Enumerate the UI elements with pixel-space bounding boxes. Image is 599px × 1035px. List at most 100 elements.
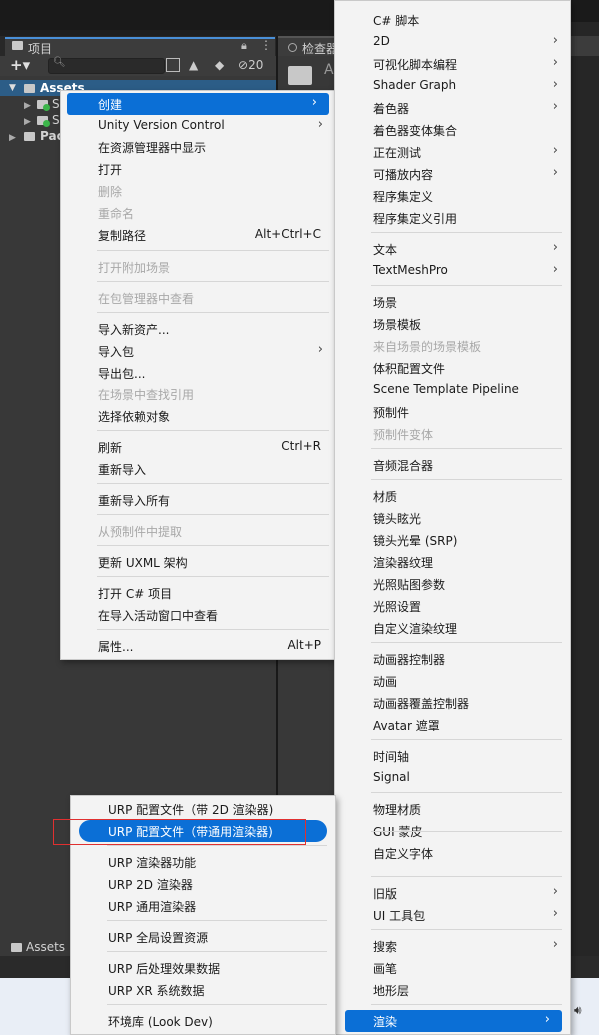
menu-item[interactable]: 场景 [335, 291, 570, 313]
menu-item[interactable]: 时间轴 [335, 745, 570, 767]
collapse-arrow-icon[interactable]: ▶ [9, 133, 16, 143]
menu-item[interactable]: 场景模板 [335, 313, 570, 335]
menu-item[interactable]: 着色器 › [335, 97, 570, 119]
menu-item[interactable]: 渲染 › [345, 1010, 562, 1032]
menu-item-label: URP 渲染器功能 [108, 856, 197, 870]
folder-icon [12, 41, 23, 50]
menu-item[interactable]: 镜头光晕 (SRP) [335, 529, 570, 551]
menu-item[interactable]: UI 工具包 › [335, 904, 570, 926]
menu-item-label: 着色器变体集合 [373, 124, 458, 138]
menu-item[interactable]: 程序集定义引用 [335, 207, 570, 229]
menu-item[interactable]: 动画器控制器 [335, 648, 570, 670]
menu-item[interactable]: 自定义渲染纹理 [335, 617, 570, 639]
menu-item[interactable]: C# 脚本 [335, 9, 570, 31]
menu-item[interactable]: URP 通用渲染器 [71, 895, 335, 917]
menu-separator [371, 876, 562, 877]
menu-item[interactable]: 旧版 › [335, 882, 570, 904]
chevron-right-icon: › [317, 342, 323, 357]
menu-item[interactable]: 可播放内容 › [335, 163, 570, 185]
menu-item-label: 预制件变体 [373, 428, 434, 442]
menu-item[interactable]: 预制件 [335, 401, 570, 423]
menu-item-label: TextMeshPro [373, 263, 448, 277]
menu-item[interactable]: 重新导入 [61, 458, 335, 480]
hidden-packages-count[interactable]: ⊘20 [238, 58, 263, 72]
chevron-right-icon: › [552, 906, 558, 921]
menu-item[interactable]: 搜索 › [335, 935, 570, 957]
menu-item[interactable]: 选择依赖对象 [61, 405, 335, 427]
menu-item-label: 预制件 [373, 406, 410, 420]
menu-separator [371, 1004, 562, 1005]
menu-item[interactable]: 音频混合器 [335, 454, 570, 476]
add-button[interactable]: +▾ [10, 56, 30, 74]
menu-item[interactable]: Unity Version Control › [61, 115, 335, 137]
menu-item[interactable]: URP 全局设置资源 [71, 926, 335, 948]
menu-item[interactable]: 导出包... [61, 362, 335, 384]
lock-icon[interactable]: 🔒︎ [241, 39, 247, 53]
menu-item[interactable]: 创建 › [67, 93, 329, 115]
menu-item-label: 在包管理器中查看 [98, 292, 195, 306]
menu-item[interactable]: 打开 [61, 158, 335, 180]
menu-separator [371, 929, 562, 930]
speaker-icon[interactable]: 🔊︎ [574, 1003, 582, 1018]
menu-item-label: URP XR 系统数据 [108, 984, 205, 998]
menu-item[interactable]: 属性... Alt+P [61, 635, 335, 657]
tag-icon[interactable]: ◆ [215, 58, 224, 72]
menu-item[interactable]: Shader Graph › [335, 75, 570, 97]
menu-item[interactable]: 地形层 [335, 979, 570, 1001]
menu-item[interactable]: URP XR 系统数据 [71, 979, 335, 1001]
project-tab-label: 项目 [28, 42, 53, 56]
menu-item[interactable]: 光照设置 [335, 595, 570, 617]
menu-item[interactable]: URP 后处理效果数据 [71, 957, 335, 979]
menu-item[interactable]: 在资源管理器中显示 [61, 136, 335, 158]
menu-item[interactable]: Scene Template Pipeline [335, 379, 570, 401]
menu-item-label: 着色器 [373, 102, 410, 116]
right-panel-tab-bar [570, 36, 599, 56]
menu-item[interactable]: 镜头眩光 [335, 507, 570, 529]
menu-item[interactable]: 动画 [335, 670, 570, 692]
menu-item[interactable]: URP 渲染器功能 [71, 851, 335, 873]
menu-item[interactable]: 材质 [335, 485, 570, 507]
menu-item[interactable]: 渲染器纹理 [335, 551, 570, 573]
chevron-right-icon: › [552, 55, 558, 70]
menu-item[interactable]: 打开 C# 项目 [61, 582, 335, 604]
menu-item[interactable]: URP 配置文件（带 2D 渲染器) [71, 798, 335, 820]
menu-item[interactable]: 程序集定义 [335, 185, 570, 207]
menu-item[interactable]: Avatar 遮罩 [335, 714, 570, 736]
menu-item[interactable]: Signal [335, 767, 570, 789]
menu-item[interactable]: 2D › [335, 31, 570, 53]
menu-item[interactable]: 体积配置文件 [335, 357, 570, 379]
menu-item-label: 动画器覆盖控制器 [373, 697, 470, 711]
menu-item[interactable]: 物理材质 [335, 798, 570, 820]
menu-item-label: 正在测试 [373, 146, 422, 160]
search-by-type-icon[interactable] [166, 58, 180, 72]
menu-item[interactable]: URP 2D 渲染器 [71, 873, 335, 895]
menu-item[interactable]: 画笔 [335, 957, 570, 979]
menu-item[interactable]: TextMeshPro › [335, 260, 570, 282]
more-options-icon[interactable]: ⋮ [260, 38, 272, 52]
menu-item-label: 2D [373, 34, 390, 48]
menu-item[interactable]: 文本 › [335, 238, 570, 260]
breadcrumb[interactable]: Assets [26, 940, 65, 954]
menu-item[interactable]: 导入包 › [61, 340, 335, 362]
menu-item[interactable]: 光照贴图参数 [335, 573, 570, 595]
menu-item-label: 地形层 [373, 984, 410, 998]
menu-item[interactable]: 自定义字体 [335, 842, 570, 864]
menu-item[interactable]: 正在测试 › [335, 141, 570, 163]
menu-item[interactable]: 动画器覆盖控制器 [335, 692, 570, 714]
menu-item[interactable]: 着色器变体集合 [335, 119, 570, 141]
menu-item[interactable]: 更新 UXML 架构 [61, 551, 335, 573]
filter-by-label-icon[interactable]: ▲ [189, 58, 198, 72]
expand-arrow-icon[interactable]: ▼ [9, 83, 16, 93]
menu-item[interactable]: 可视化脚本编程 › [335, 53, 570, 75]
menu-item-label: Unity Version Control [98, 118, 225, 132]
collapse-arrow-icon[interactable]: ▶ [24, 101, 31, 111]
menu-item[interactable]: 环境库 (Look Dev) [71, 1010, 335, 1032]
menu-item[interactable]: 刷新 Ctrl+R [61, 436, 335, 458]
menu-item[interactable]: 在导入活动窗口中查看 [61, 604, 335, 626]
collapse-arrow-icon[interactable]: ▶ [24, 117, 31, 127]
menu-item[interactable]: 导入新资产... [61, 318, 335, 340]
menu-item[interactable]: 重新导入所有 [61, 489, 335, 511]
menu-separator [97, 312, 329, 313]
menu-item[interactable]: 复制路径 Alt+Ctrl+C [61, 224, 335, 246]
menu-item-label: 选择依赖对象 [98, 410, 171, 424]
